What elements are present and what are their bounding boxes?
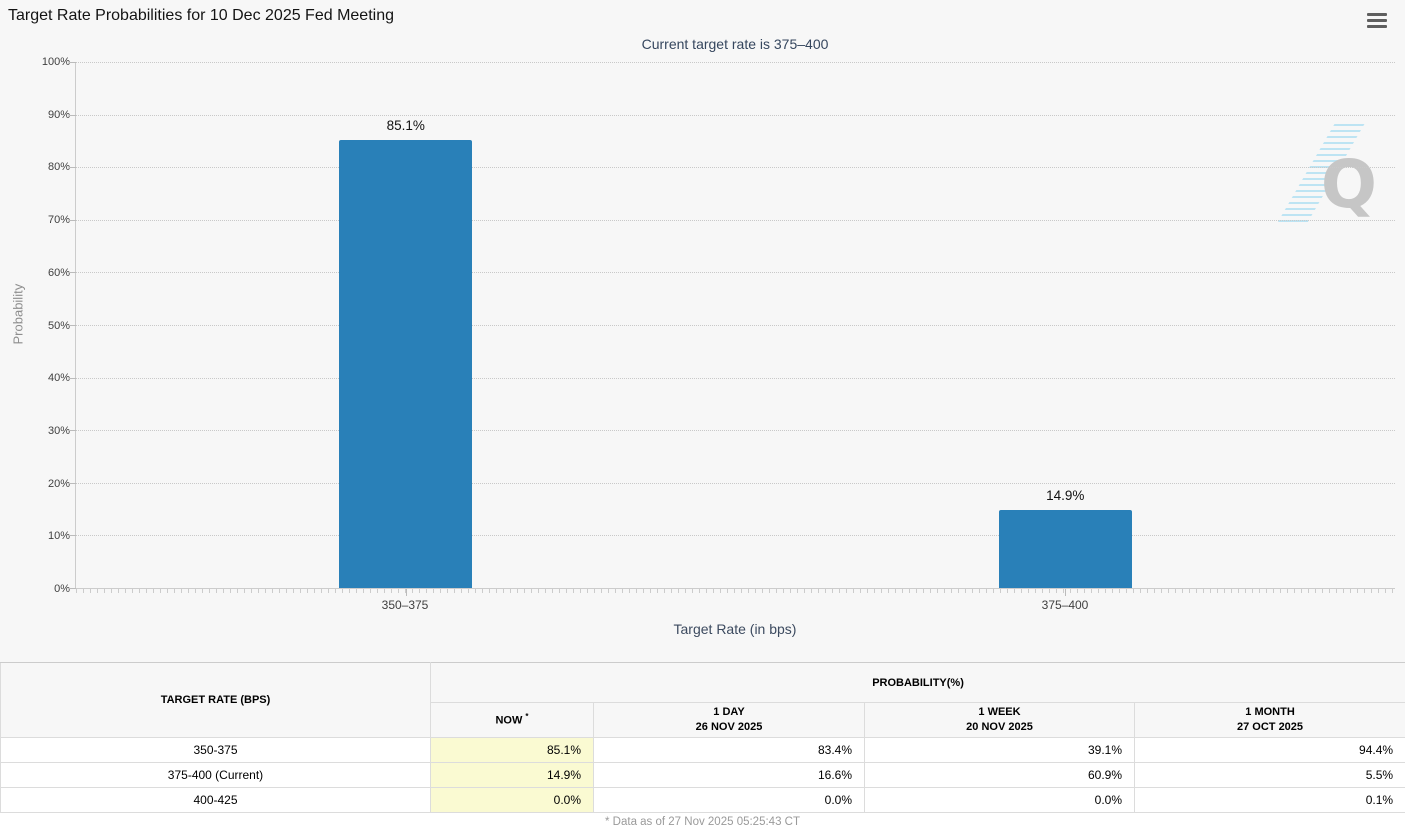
bar-value-label: 85.1% <box>339 118 472 133</box>
x-category-label: 375–400 <box>1042 598 1089 612</box>
y-gridline <box>76 272 1395 273</box>
probability-table: TARGET RATE (BPS) PROBABILITY(%) NOW * 1… <box>0 662 1405 813</box>
probability-cell: 94.4% <box>1135 738 1405 763</box>
y-tick <box>69 325 76 326</box>
col-header-now: NOW * <box>431 703 594 738</box>
y-tick-label: 90% <box>48 109 70 121</box>
y-tick <box>69 272 76 273</box>
period-date: 20 NOV 2025 <box>865 720 1134 735</box>
probability-cell: 0.0% <box>594 788 865 813</box>
y-gridline <box>76 62 1395 63</box>
y-gridline <box>76 220 1395 221</box>
y-tick-label: 60% <box>48 267 70 279</box>
y-gridline <box>76 325 1395 326</box>
y-gridline <box>76 115 1395 116</box>
y-gridline <box>76 167 1395 168</box>
probability-cell: 83.4% <box>594 738 865 763</box>
x-axis-title: Target Rate (in bps) <box>75 621 1395 637</box>
y-tick-label: 20% <box>48 478 70 490</box>
y-tick <box>69 430 76 431</box>
period-label: 1 DAY <box>594 705 864 720</box>
watermark-stripes-icon <box>1276 124 1365 226</box>
y-axis-labels: 0%10%20%30%40%50%60%70%80%90%100% <box>0 62 70 589</box>
period-label: 1 MONTH <box>1135 705 1405 720</box>
table-row: 400-4250.0%0.0%0.0%0.1% <box>1 788 1405 813</box>
x-axis-labels: 350–375 375–400 <box>75 598 1395 614</box>
y-tick-label: 30% <box>48 425 70 437</box>
y-tick-label: 80% <box>48 161 70 173</box>
y-tick <box>69 167 76 168</box>
y-tick-label: 100% <box>42 56 70 68</box>
probability-cell: 0.0% <box>865 788 1135 813</box>
rate-range-cell: 350-375 <box>1 738 431 763</box>
x-tick <box>406 589 407 596</box>
period-date: 26 NOV 2025 <box>594 720 864 735</box>
now-label: NOW <box>495 714 522 726</box>
page-title: Target Rate Probabilities for 10 Dec 202… <box>8 7 394 25</box>
table-row: 375-400 (Current)14.9%16.6%60.9%5.5% <box>1 763 1405 788</box>
current-target-rate-subtitle: Current target rate is 375–400 <box>75 36 1395 52</box>
rate-range-cell: 400-425 <box>1 788 431 813</box>
probability-cell: 5.5% <box>1135 763 1405 788</box>
probability-bar[interactable] <box>999 510 1132 588</box>
data-asof-footnote: * Data as of 27 Nov 2025 05:25:43 CT <box>0 813 1405 830</box>
y-gridline <box>76 430 1395 431</box>
bar-value-label: 14.9% <box>999 488 1132 503</box>
col-header-1day: 1 DAY26 NOV 2025 <box>594 703 865 738</box>
now-probability-cell: 14.9% <box>431 763 594 788</box>
y-tick <box>69 220 76 221</box>
probability-table-body: 350-37585.1%83.4%39.1%94.4%375-400 (Curr… <box>1 738 1405 813</box>
y-gridline <box>76 535 1395 536</box>
target-rate-column-header: TARGET RATE (BPS) <box>1 663 431 738</box>
menu-bar <box>1367 19 1387 22</box>
quikstrike-watermark: Q <box>1297 124 1377 226</box>
watermark-q-icon: Q <box>1321 152 1377 218</box>
y-tick <box>69 378 76 379</box>
probability-cell: 39.1% <box>865 738 1135 763</box>
x-category-label: 350–375 <box>382 598 429 612</box>
col-header-1month: 1 MONTH27 OCT 2025 <box>1135 703 1405 738</box>
probability-cell: 60.9% <box>865 763 1135 788</box>
rate-range-cell: 375-400 (Current) <box>1 763 431 788</box>
menu-bar <box>1367 13 1387 16</box>
hamburger-menu-icon[interactable] <box>1365 11 1389 32</box>
y-tick <box>69 535 76 536</box>
y-tick <box>69 115 76 116</box>
table-row: 350-37585.1%83.4%39.1%94.4% <box>1 738 1405 763</box>
y-tick <box>69 483 76 484</box>
plot-area: Q 85.1% 14.9% <box>75 62 1395 589</box>
y-tick-label: 70% <box>48 214 70 226</box>
now-probability-cell: 85.1% <box>431 738 594 763</box>
y-tick <box>69 588 76 589</box>
probability-bar[interactable] <box>339 140 472 588</box>
col-header-1week: 1 WEEK20 NOV 2025 <box>865 703 1135 738</box>
probability-cell: 16.6% <box>594 763 865 788</box>
y-tick-label: 0% <box>54 583 70 595</box>
y-gridline <box>76 378 1395 379</box>
y-gridline <box>76 483 1395 484</box>
probability-group-header: PROBABILITY(%) <box>431 663 1405 703</box>
now-asterisk: * <box>525 712 528 721</box>
now-probability-cell: 0.0% <box>431 788 594 813</box>
y-tick-label: 50% <box>48 320 70 332</box>
period-date: 27 OCT 2025 <box>1135 720 1405 735</box>
probability-cell: 0.1% <box>1135 788 1405 813</box>
y-tick-label: 40% <box>48 372 70 384</box>
menu-bar <box>1367 25 1387 28</box>
fedwatch-chart-panel: Target Rate Probabilities for 10 Dec 202… <box>0 0 1405 662</box>
y-tick-label: 10% <box>48 530 70 542</box>
x-tick <box>1065 589 1066 596</box>
period-label: 1 WEEK <box>865 705 1134 720</box>
y-tick <box>69 62 76 63</box>
